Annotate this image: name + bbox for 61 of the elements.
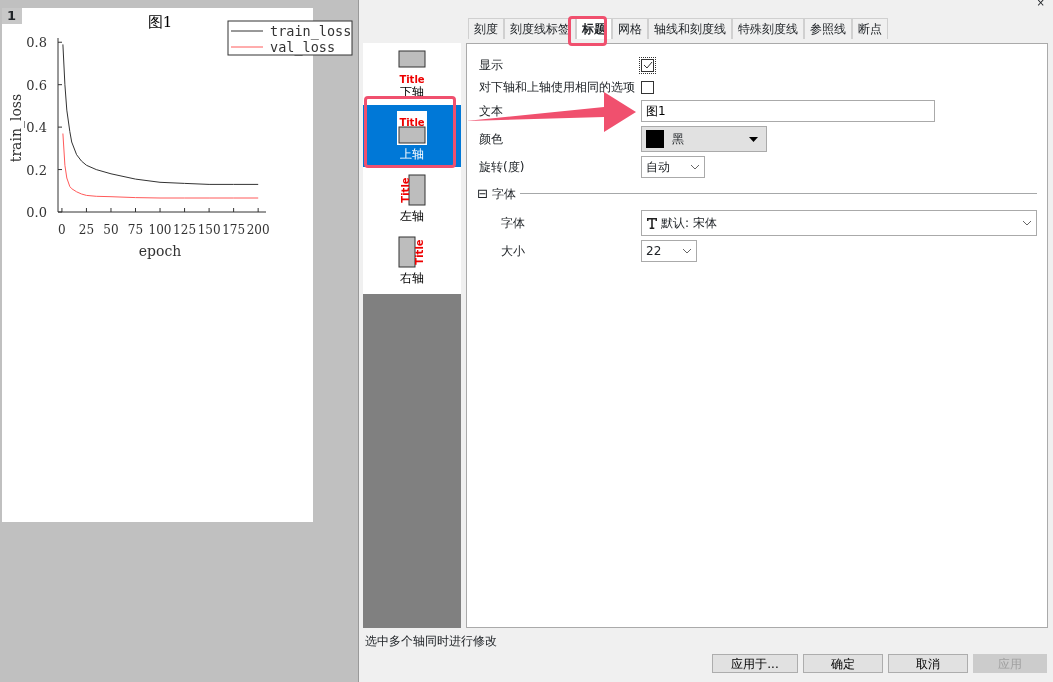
tick-label: 75 bbox=[127, 223, 144, 237]
checkbox[interactable] bbox=[641, 80, 654, 94]
tick-label: 200 bbox=[246, 223, 270, 237]
text-field[interactable]: 图1 bbox=[641, 100, 935, 122]
axis-list-item[interactable]: Title 下轴 bbox=[363, 43, 461, 105]
tick-label: 25 bbox=[78, 223, 95, 237]
dialog-button[interactable]: 应用于... bbox=[712, 654, 798, 673]
tab[interactable]: 网格 bbox=[612, 18, 648, 39]
tick-label: 0.4 bbox=[26, 120, 47, 136]
field-label: 旋转(度) bbox=[479, 159, 526, 176]
size-dropdown[interactable]: 22 bbox=[641, 239, 697, 262]
tick-label: 150 bbox=[197, 223, 221, 237]
caret-icon bbox=[749, 136, 758, 142]
caret-icon bbox=[1022, 219, 1032, 226]
group-label: 字体 bbox=[491, 185, 516, 203]
legend-line bbox=[230, 46, 264, 48]
tick-label: 125 bbox=[173, 223, 196, 237]
field-label: 对下轴和上轴使用相同的选项 bbox=[479, 79, 636, 96]
axis-title: train_loss bbox=[8, 93, 24, 163]
color-dropdown[interactable]: 黑 bbox=[641, 126, 767, 152]
axis-list-item[interactable]: Title 左轴 bbox=[363, 167, 461, 229]
caret-icon bbox=[682, 247, 692, 254]
checkbox[interactable] bbox=[641, 58, 654, 72]
axis-list-item[interactable]: Title 上轴 bbox=[363, 105, 461, 167]
status-text: 选中多个轴同时进行修改 bbox=[365, 634, 497, 648]
tab[interactable]: 断点 bbox=[852, 18, 888, 39]
field-label: 字体 bbox=[500, 214, 526, 232]
axis-list-item[interactable]: Title 右轴 bbox=[363, 229, 461, 291]
legend-label: val_loss bbox=[270, 39, 336, 55]
field-label: 颜色 bbox=[479, 131, 504, 148]
dialog-button[interactable]: 确定 bbox=[803, 654, 883, 673]
chart-title: 图1 bbox=[147, 13, 173, 31]
field-label: 显示 bbox=[479, 57, 504, 74]
legend-label: train_loss bbox=[270, 23, 352, 39]
rotation-dropdown[interactable]: 自动 bbox=[641, 156, 705, 178]
tab[interactable]: 刻度线标签 bbox=[504, 18, 576, 39]
axis-title: epoch bbox=[138, 243, 182, 259]
window-number: 1 bbox=[2, 8, 22, 24]
font-icon bbox=[646, 216, 658, 229]
dialog-button[interactable]: 取消 bbox=[888, 654, 968, 673]
tick-label: 175 bbox=[222, 223, 246, 237]
legend-line bbox=[230, 30, 264, 32]
tab[interactable]: 特殊刻度线 bbox=[732, 18, 804, 39]
tick-label: 100 bbox=[148, 223, 172, 237]
close-button[interactable]: × bbox=[1036, 0, 1045, 8]
collapse-toggle[interactable]: ⊟ bbox=[477, 184, 488, 204]
caret-icon bbox=[690, 164, 700, 170]
tick-label: 0.6 bbox=[26, 77, 47, 93]
tick-label: 0.2 bbox=[26, 162, 47, 178]
highlight-frame bbox=[568, 16, 607, 46]
tick-label: 0.8 bbox=[26, 35, 47, 51]
tick-label: 0 bbox=[58, 223, 66, 237]
tab[interactable]: 刻度 bbox=[468, 18, 504, 39]
field-label: 文本 bbox=[479, 103, 504, 120]
tab[interactable]: 参照线 bbox=[804, 18, 852, 39]
axis-icon: Title bbox=[397, 111, 427, 145]
tab[interactable]: 轴线和刻度线 bbox=[648, 18, 732, 39]
font-dropdown[interactable]: 默认: 宋体 bbox=[641, 209, 1037, 236]
field-label: 大小 bbox=[500, 242, 526, 260]
tick-label: 50 bbox=[103, 223, 119, 237]
tick-label: 0.0 bbox=[26, 205, 47, 220]
